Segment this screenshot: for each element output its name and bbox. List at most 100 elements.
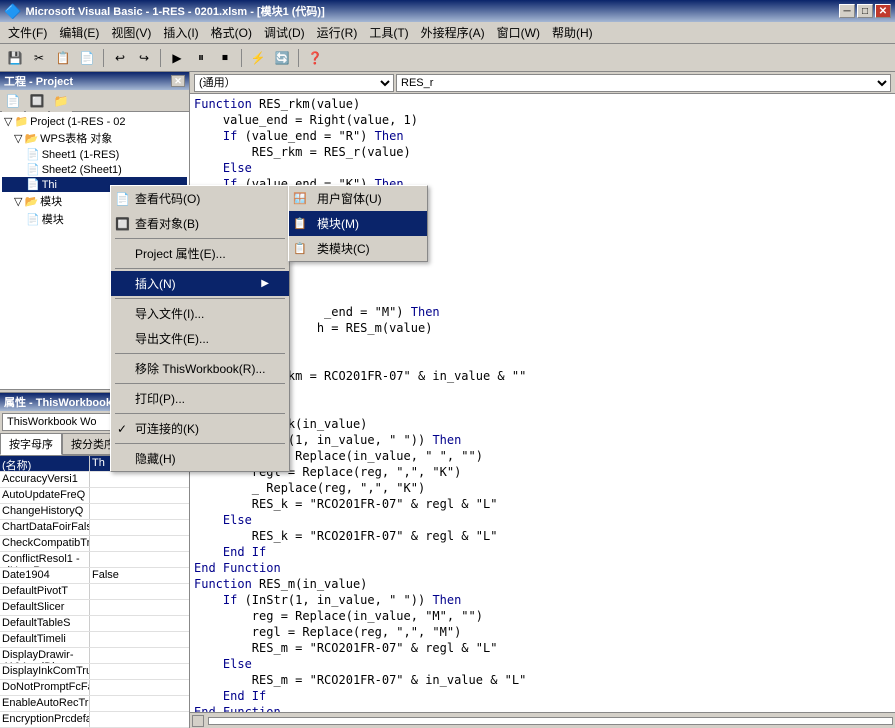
tb-help-icon[interactable]: ❓ <box>304 47 326 69</box>
menu-view[interactable]: 视图(V) <box>105 22 157 43</box>
submenu-classmodule[interactable]: 📋 类模块(C) <box>289 236 427 261</box>
menu-tools[interactable]: 工具(T) <box>363 22 414 43</box>
tb-undo-icon[interactable]: ↩ <box>109 47 131 69</box>
tb-stop-icon[interactable]: ⏹ <box>214 47 236 69</box>
tree-expand-icon: ▽ <box>14 195 22 208</box>
tb-save-icon[interactable]: 💾 <box>4 47 26 69</box>
props-row[interactable]: DoNotPromptFcFalse <box>0 680 189 696</box>
userform-icon: 🪟 <box>293 192 307 205</box>
tree-expand-icon: ▽ <box>4 115 12 128</box>
submenu-module[interactable]: 📋 模块(M) <box>289 211 427 236</box>
props-row[interactable]: ChartDataFoirFalse <box>0 520 189 536</box>
tb-copy-icon[interactable]: 📋 <box>52 47 74 69</box>
proj-view-code-icon[interactable]: 📄 <box>2 90 24 112</box>
tb-run-icon[interactable]: ▶ <box>166 47 188 69</box>
ctx-dockable[interactable]: ✓ 可连接的(K) <box>111 416 289 441</box>
close-button[interactable]: ✕ <box>875 4 891 18</box>
props-tab-alpha[interactable]: 按字母序 <box>0 433 62 455</box>
ctx-sep5 <box>115 383 285 384</box>
code-proc-dropdown[interactable]: RES_r <box>396 74 891 92</box>
tb-sep2 <box>160 49 161 67</box>
tb-sep3 <box>241 49 242 67</box>
ctx-print[interactable]: 打印(P)... <box>111 386 289 411</box>
props-row[interactable]: DefaultPivotT <box>0 584 189 600</box>
tree-item-wpstables[interactable]: ▽ 📂 WPS表格 对象 <box>2 129 187 147</box>
props-row[interactable]: DefaultSlicer <box>0 600 189 616</box>
menu-edit[interactable]: 编辑(E) <box>53 22 105 43</box>
folder-icon: 📂 <box>24 132 38 145</box>
props-title: 属性 - ThisWorkbook <box>4 394 112 410</box>
props-row[interactable]: EncryptionPrcdefault <box>0 712 189 728</box>
props-row[interactable]: DefaultTimeli <box>0 632 189 648</box>
ctx-insert[interactable]: 插入(N) ▶ <box>111 271 289 296</box>
code-panel: (通用） RES_r Function RES_rkm(value) value… <box>190 72 895 728</box>
tb-break-icon[interactable]: ⚡ <box>247 47 269 69</box>
props-row[interactable]: Date1904 False <box>0 568 189 584</box>
props-row[interactable]: CheckCompatibTrue <box>0 536 189 552</box>
tb-reset-icon[interactable]: 🔄 <box>271 47 293 69</box>
project-panel-header: 工程 - Project ✕ <box>0 72 189 90</box>
tree-item-project[interactable]: ▽ 📁 Project (1-RES - 02 <box>2 114 187 129</box>
menu-debug[interactable]: 调试(D) <box>258 22 311 43</box>
props-row[interactable]: EnableAutoRecTrue <box>0 696 189 712</box>
props-row[interactable]: AccuracyVersi1 <box>0 472 189 488</box>
ctx-remove[interactable]: 移除 ThisWorkbook(R)... <box>111 356 289 381</box>
project-title: 工程 - Project <box>4 73 73 89</box>
folder-icon: 📁 <box>14 115 28 128</box>
proj-view-obj-icon[interactable]: 🔲 <box>26 90 48 112</box>
props-row[interactable]: AutoUpdateFreQ <box>0 488 189 504</box>
page-icon: 📄 <box>26 178 40 191</box>
menu-help[interactable]: 帮助(H) <box>546 22 599 43</box>
ctx-sep3 <box>115 298 285 299</box>
ctx-view-object[interactable]: 🔲 查看对象(B) <box>111 211 289 236</box>
props-row[interactable]: DefaultTableS <box>0 616 189 632</box>
ctx-export[interactable]: 导出文件(E)... <box>111 326 289 351</box>
props-row[interactable]: ChangeHistoryQ <box>0 504 189 520</box>
horizontal-scrollbar[interactable] <box>208 717 893 725</box>
menu-format[interactable]: 格式(O) <box>205 22 258 43</box>
page-icon: 📄 <box>26 148 40 161</box>
tree-item-sheet2[interactable]: 📄 Sheet2 (Sheet1) <box>2 162 187 177</box>
props-row[interactable]: DisplayDrawir-4104 - xlDi <box>0 648 189 664</box>
tb-sep1 <box>103 49 104 67</box>
tb-pause-icon[interactable]: ⏸ <box>190 47 212 69</box>
window-title: Microsoft Visual Basic - 1-RES - 0201.xl… <box>25 3 839 19</box>
insert-submenu: 🪟 用户窗体(U) 📋 模块(M) 📋 类模块(C) <box>288 185 428 262</box>
proj-toggle-folders-icon[interactable]: 📁 <box>50 90 72 112</box>
app-icon: 🔷 <box>4 3 21 20</box>
ctx-check-icon: ✓ <box>117 422 127 436</box>
context-menu: 📄 查看代码(O) 🔲 查看对象(B) Project 属性(E)... 插入(… <box>110 185 290 472</box>
menu-addins[interactable]: 外接程序(A) <box>415 22 491 43</box>
props-row[interactable]: DisplayInkComTrue <box>0 664 189 680</box>
toolbar: 💾 ✂ 📋 📄 ↩ ↪ ▶ ⏸ ⏹ ⚡ 🔄 ❓ <box>0 44 895 72</box>
ctx-sep1 <box>115 238 285 239</box>
code-header: (通用） RES_r <box>190 72 895 94</box>
ctx-sep7 <box>115 443 285 444</box>
props-table: (名称) Th AccuracyVersi1 AutoUpdateFreQ Ch… <box>0 456 189 728</box>
submenu-userform[interactable]: 🪟 用户窗体(U) <box>289 186 427 211</box>
menu-window[interactable]: 窗口(W) <box>491 22 546 43</box>
menu-run[interactable]: 运行(R) <box>311 22 364 43</box>
restore-button[interactable]: □ <box>857 4 873 18</box>
menu-insert[interactable]: 插入(I) <box>157 22 204 43</box>
code-scope-dropdown[interactable]: (通用） <box>194 74 394 92</box>
tree-expand-icon: ▽ <box>14 132 22 145</box>
view-switch-icon[interactable] <box>192 715 204 727</box>
tree-item-sheet1[interactable]: 📄 Sheet1 (1-RES) <box>2 147 187 162</box>
tb-paste-icon[interactable]: 📄 <box>76 47 98 69</box>
window-controls: ─ □ ✕ <box>839 4 891 18</box>
ctx-sep2 <box>115 268 285 269</box>
menu-bar: 文件(F) 编辑(E) 视图(V) 插入(I) 格式(O) 调试(D) 运行(R… <box>0 22 895 44</box>
title-bar: 🔷 Microsoft Visual Basic - 1-RES - 0201.… <box>0 0 895 22</box>
ctx-import[interactable]: 导入文件(I)... <box>111 301 289 326</box>
props-row[interactable]: ConflictResol1 - xlUserRe <box>0 552 189 568</box>
ctx-hide[interactable]: 隐藏(H) <box>111 446 289 471</box>
ctx-project-props[interactable]: Project 属性(E)... <box>111 241 289 266</box>
tb-redo-icon[interactable]: ↪ <box>133 47 155 69</box>
submenu-arrow-icon: ▶ <box>261 278 269 289</box>
project-close-btn[interactable]: ✕ <box>171 75 185 87</box>
menu-file[interactable]: 文件(F) <box>2 22 53 43</box>
tb-cut-icon[interactable]: ✂ <box>28 47 50 69</box>
minimize-button[interactable]: ─ <box>839 4 855 18</box>
ctx-view-code[interactable]: 📄 查看代码(O) <box>111 186 289 211</box>
